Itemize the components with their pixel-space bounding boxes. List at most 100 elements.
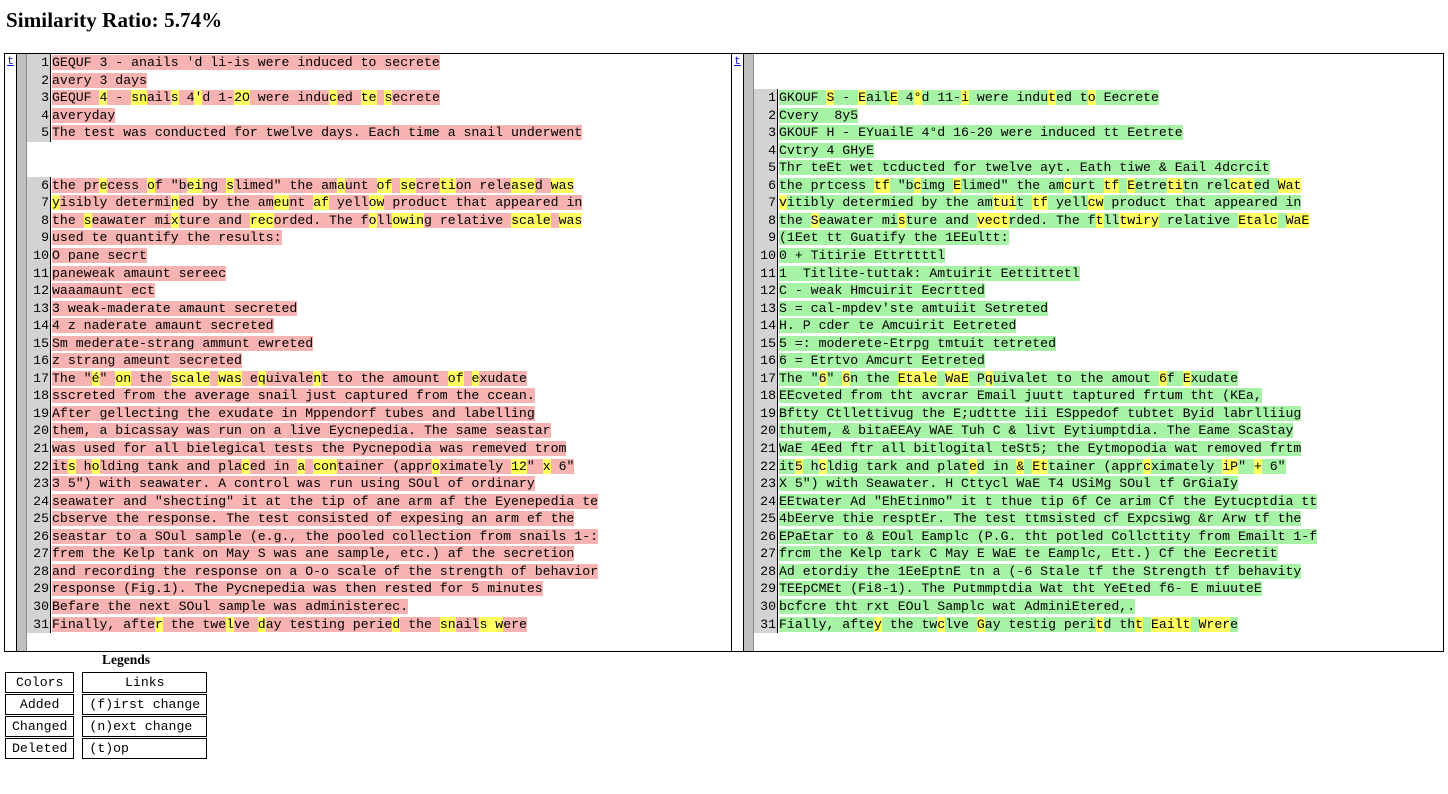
line-number: 15	[754, 334, 778, 353]
diff-segment-add: 0 + Titirie Ettrttttl	[779, 248, 946, 264]
diff-segment-chg: Et	[1032, 458, 1049, 474]
diff-segment-chg: Etale	[897, 370, 938, 386]
line-text: 0 + Titirie Ettrttttl	[778, 247, 1443, 265]
diff-segment-add: Fially, afte	[779, 616, 874, 632]
diff-segment-del: o	[455, 177, 464, 193]
legend-colors-table: Colors Added Changed Deleted	[4, 671, 75, 760]
legend-link-top[interactable]: (t)op	[82, 738, 208, 759]
diff-segment-chg: sn	[131, 90, 147, 106]
diff-segment-chg: q	[257, 370, 266, 386]
code-line: 16 z strang ameunt secreted	[27, 352, 731, 370]
code-line: 4 Cvtry 4 GHyE	[754, 141, 1443, 160]
line-number: 26	[754, 527, 778, 546]
line-text: GKOUF H - EYuailE 4°d 16-20 were induced…	[778, 124, 1443, 142]
line-number: 12	[27, 282, 51, 300]
code-line: 25 cbserve the response. The test consist…	[27, 510, 731, 528]
line-number: 27	[27, 545, 51, 563]
diff-segment-del: "	[526, 458, 543, 474]
line-number: 11	[27, 264, 51, 283]
diff-segment-chg: ei	[186, 177, 203, 193]
diff-segment-chg: E	[858, 90, 867, 106]
diff-segment-chg: d	[257, 616, 266, 632]
diff-segment-add: product that appeared in	[1103, 195, 1302, 211]
diff-segment-del: response (Fig.1). The Pycnepedia was the…	[52, 581, 543, 597]
code-line: 18 EEcveted from tht avcrar Email juutt t…	[754, 387, 1443, 405]
line-text: z strang ameunt secreted	[51, 352, 731, 370]
code-line: 2 avery 3 days	[27, 71, 731, 90]
diff-segment-del: frem the Kelp tank on May S was ane samp…	[52, 546, 575, 562]
line-text: Bftty Ctllettivug the E;udttte iii ESppe…	[778, 405, 1443, 423]
diff-segment-add: Thr teEt wet tcducted for twelve ayt. Ea…	[779, 160, 1270, 176]
diff-segment-chg: sn	[439, 616, 456, 632]
diff-segment-chg: c	[329, 90, 337, 106]
code-line: 14 4 z naderate amaunt secreted	[27, 317, 731, 335]
diff-segment-del: Befare the next SOul sample was administ…	[52, 598, 409, 614]
diff-segment-del: cbserve the response. The test consisted…	[52, 511, 575, 527]
code-line: 16 6 = Etrtvo Amcurt Eetreted	[754, 352, 1443, 370]
line-text: 3 5") with seawater. A control was run u…	[51, 475, 731, 493]
line-text: its holding tank and placed in a contain…	[51, 458, 731, 476]
line-text: frem the Kelp tank on May S was ane samp…	[51, 545, 731, 563]
code-line: 24 EEtwater Ad "EhEtinmo" it t thue tip 6…	[754, 492, 1443, 511]
diff-segment-chg: i	[961, 90, 969, 106]
diff-segment-add: Cvtry 4 GHyE	[779, 142, 874, 158]
diff-segment-chg: x	[542, 458, 551, 474]
right-top-link[interactable]: t	[734, 56, 741, 68]
diff-pane-left: t 1 GEQUF 3 - anails 'd li-is were induce…	[5, 54, 732, 651]
right-code-area[interactable]: 1 GKOUF S - EailE 4°d 11-i were induted t…	[754, 54, 1443, 651]
line-number: 29	[27, 580, 51, 598]
left-top-link[interactable]: t	[7, 56, 14, 68]
code-line: 27 frcm the Kelp tark C May E WaE te Eamp…	[754, 545, 1443, 563]
diff-segment-del: it	[52, 458, 68, 474]
diff-segment-add: "	[1238, 458, 1254, 474]
diff-segment-del: 3 weak-maderate amaunt secreted	[52, 300, 298, 316]
diff-segment-add: TEEpCMEt (Fi8-1). The Putmmptdia Wat tht…	[779, 581, 1262, 597]
diff-segment-add: GKOUF H - EYuailE 4°d 16-20 were induced…	[779, 125, 1183, 141]
code-line: 21 WaE 4Eed ftr all bitlogital teSt5; the…	[754, 440, 1443, 458]
legend-link-nextchange[interactable]: (n)ext change	[82, 716, 208, 737]
line-number: 30	[27, 597, 51, 616]
diff-segment-add: img	[921, 177, 954, 193]
left-code-area[interactable]: 1 GEQUF 3 - anails 'd li-is were induced …	[27, 54, 731, 651]
diff-segment-del: ere	[503, 616, 527, 632]
line-text: Finally, after the twelve day testing pe…	[51, 616, 731, 634]
diff-segment-add: d th	[1103, 616, 1136, 632]
diff-segment-del	[463, 370, 472, 386]
diff-segment-del: unt	[344, 177, 377, 193]
line-number: 14	[27, 317, 51, 335]
line-text: thutem, & bitaEEAy WAE Tuh C & livt Eyti…	[778, 422, 1443, 440]
diff-segment-del: the pr	[52, 177, 100, 193]
diff-segment-add: frcm the Kelp tark C May E WaE te Eamplc…	[779, 546, 1278, 562]
line-text: it5 hcldig tark and plated in & Ettainer…	[778, 458, 1443, 476]
line-number: 7	[754, 194, 778, 212]
diff-segment-chg: t	[1095, 616, 1104, 632]
diff-segment-add: Bftty Ctllettivug the E;udttte iii ESppe…	[779, 405, 1302, 421]
diff-segment-chg: é	[91, 370, 100, 386]
line-text: 3 weak-maderate amaunt secreted	[51, 300, 731, 318]
diff-segment-chg: scale	[511, 212, 551, 228]
line-number: 20	[27, 422, 51, 441]
line-number: 15	[27, 334, 51, 353]
legend-link-firstchange[interactable]: (f)irst change	[82, 694, 208, 715]
diff-segment-del: were indu	[249, 90, 330, 106]
diff-segment-chg: 2O	[234, 90, 250, 106]
line-text: bcfcre tht rxt EOul Samplc wat AdminiEte…	[778, 598, 1443, 616]
diff-segment-chg: t	[1182, 616, 1191, 632]
code-line: 20 them, a bicassay was run on a live Eyc…	[27, 422, 731, 441]
line-number: 8	[27, 211, 51, 230]
diff-segment-add: were indu	[969, 90, 1049, 106]
diff-segment-add: ed t	[1056, 90, 1088, 106]
right-top-link-column: t	[732, 54, 744, 651]
diff-segment-chg: s	[67, 458, 76, 474]
diff-segment-del	[550, 212, 559, 228]
diff-segment-del: n rele	[463, 177, 512, 193]
line-number: 1	[27, 54, 51, 72]
diff-segment-del: the	[400, 616, 440, 632]
diff-segment-del: ng	[202, 177, 227, 193]
line-text: C - weak Hmcuirit Eecrtted	[778, 282, 1443, 300]
diff-segment-chg: tf	[1103, 177, 1120, 193]
diff-segment-del: the twe	[162, 616, 227, 632]
line-text: yisibly determined by the ameunt af yell…	[51, 194, 731, 212]
line-text: and recording the response on a O-o scal…	[51, 563, 731, 581]
code-line: 3 GKOUF H - EYuailE 4°d 16-20 were induce…	[754, 124, 1443, 142]
